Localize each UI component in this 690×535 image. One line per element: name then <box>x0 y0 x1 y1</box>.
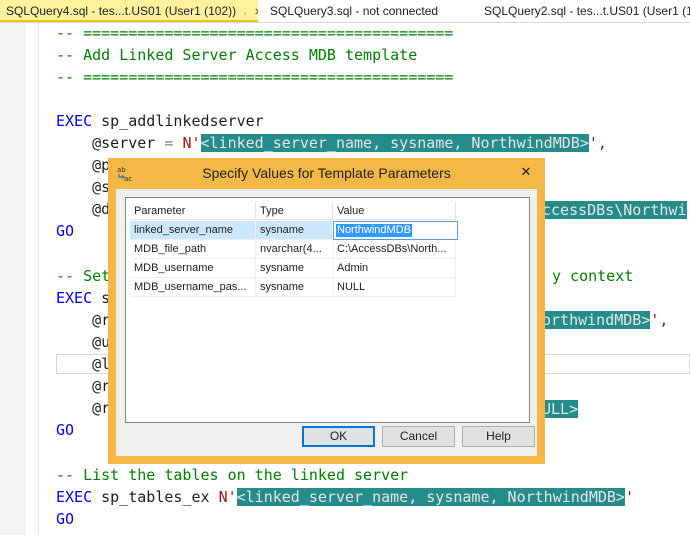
code-text: = <box>155 134 183 152</box>
ok-button[interactable]: OK <box>302 426 375 447</box>
code-line: EXEC sp_addlinkedserver <box>56 110 264 132</box>
code-line: @s <box>56 178 111 196</box>
code-line: @u <box>56 333 111 351</box>
code-line: -- =====================================… <box>56 68 454 86</box>
code-line: @l <box>56 355 111 373</box>
keyword: EXEC <box>56 488 93 506</box>
column-header-type[interactable]: Type <box>256 202 333 220</box>
close-icon[interactable]: ✕ <box>515 164 537 182</box>
template-parameter: <linked_server_name, sysname, NorthwindM… <box>200 134 589 152</box>
code-line: EXEC sp_tables_ex N'<linked_server_name,… <box>56 486 634 508</box>
code-text: @server <box>56 134 156 152</box>
dialog-title: Specify Values for Template Parameters <box>202 165 451 181</box>
code-line: @r <box>56 399 111 417</box>
code-line: GO <box>56 510 75 528</box>
keyword: EXEC <box>56 112 93 130</box>
close-icon[interactable]: ✕ <box>254 2 258 20</box>
tab-label: SQLQuery3.sql - not connected <box>270 4 439 18</box>
code-text: @d <box>56 200 111 218</box>
dialog-title-bar[interactable]: ab ac Specify Values for Template Parame… <box>108 158 545 188</box>
code-line-fragment: ULL> <box>542 399 579 419</box>
code-line: @r <box>56 311 111 329</box>
code-line: @p <box>56 156 111 174</box>
parameter-cell: MDB_username <box>130 259 256 278</box>
column-header-parameter[interactable]: Parameter <box>130 202 256 220</box>
string-end: ', <box>650 311 669 329</box>
keyword: EXEC <box>56 289 93 307</box>
value-cell[interactable]: C:\AccessDBs\North... <box>333 240 456 259</box>
code-line: EXEC s <box>56 287 110 309</box>
column-header-value[interactable]: Value <box>333 202 456 220</box>
template-parameter: orthwindMDB> <box>542 311 651 329</box>
pin-icon[interactable]: ˒ <box>243 2 246 20</box>
document-tab-bar: SQLQuery4.sql - tes...t.US01 (User1 (102… <box>0 0 690 23</box>
code-line-fragment: y context <box>552 267 634 285</box>
code-line: @d <box>56 198 110 220</box>
string-prefix: N' <box>218 488 237 506</box>
parameter-cell: linked_server_name <box>130 221 256 240</box>
template-parameter: <linked_server_name, sysname, NorthwindM… <box>236 488 625 506</box>
comment: -- Set <box>56 267 111 285</box>
value-input[interactable]: NorthwindMDB <box>333 221 458 240</box>
type-cell: sysname <box>256 259 333 278</box>
template-parameter: ULL> <box>542 400 579 418</box>
code-line: @server = N'<linked_server_name, sysname… <box>56 132 607 154</box>
code-line-fragment: orthwindMDB>', <box>542 310 668 330</box>
editor-gutter <box>0 23 26 535</box>
code-line: -- Set <box>56 265 110 287</box>
code-line: GO <box>56 421 75 439</box>
template-parameters-dialog: ab ac Specify Values for Template Parame… <box>108 158 545 464</box>
cancel-button[interactable]: Cancel <box>382 426 455 447</box>
dialog-body: Parameter Type Value linked_server_name … <box>116 189 537 456</box>
type-cell: sysname <box>256 221 333 240</box>
code-text: sp_tables_ex <box>92 488 219 506</box>
value-cell[interactable]: NULL <box>333 278 456 297</box>
code-line: @r <box>56 377 111 395</box>
code-line-fragment: ccessDBs\Northwi <box>542 200 687 220</box>
value-cell[interactable]: Admin <box>333 259 456 278</box>
string-prefix: N' <box>182 134 201 152</box>
help-button[interactable]: Help <box>462 426 535 447</box>
string-end: ', <box>588 134 607 152</box>
code-line: -- List the tables on the linked server <box>56 466 409 484</box>
code-line: -- =====================================… <box>56 24 454 42</box>
selected-text: NorthwindMDB <box>336 224 412 237</box>
tab-label: SQLQuery4.sql - tes...t.US01 (User1 (102… <box>6 4 237 18</box>
template-parameter: ccessDBs\Northwi <box>542 201 687 219</box>
string-end: ' <box>624 488 634 506</box>
editor-margin-line <box>38 23 39 535</box>
type-cell: sysname <box>256 278 333 297</box>
code-line: -- Add Linked Server Access MDB template <box>56 46 418 64</box>
code-text: sp_addlinkedserver <box>92 112 264 130</box>
tab-sqlquery2[interactable]: SQLQuery2.sql - tes...t.US01 (User1 (109 <box>480 0 690 22</box>
tab-sqlquery3[interactable]: SQLQuery3.sql - not connected <box>266 0 476 22</box>
code-line: GO <box>56 222 75 240</box>
parameters-grid[interactable]: Parameter Type Value linked_server_name … <box>125 197 530 423</box>
parameter-cell: MDB_file_path <box>130 240 256 259</box>
type-cell: nvarchar(4... <box>256 240 333 259</box>
tab-label: SQLQuery2.sql - tes...t.US01 (User1 (109 <box>484 4 690 18</box>
tab-sqlquery4[interactable]: SQLQuery4.sql - tes...t.US01 (User1 (102… <box>0 0 258 22</box>
parameter-cell: MDB_username_pas... <box>130 278 256 297</box>
